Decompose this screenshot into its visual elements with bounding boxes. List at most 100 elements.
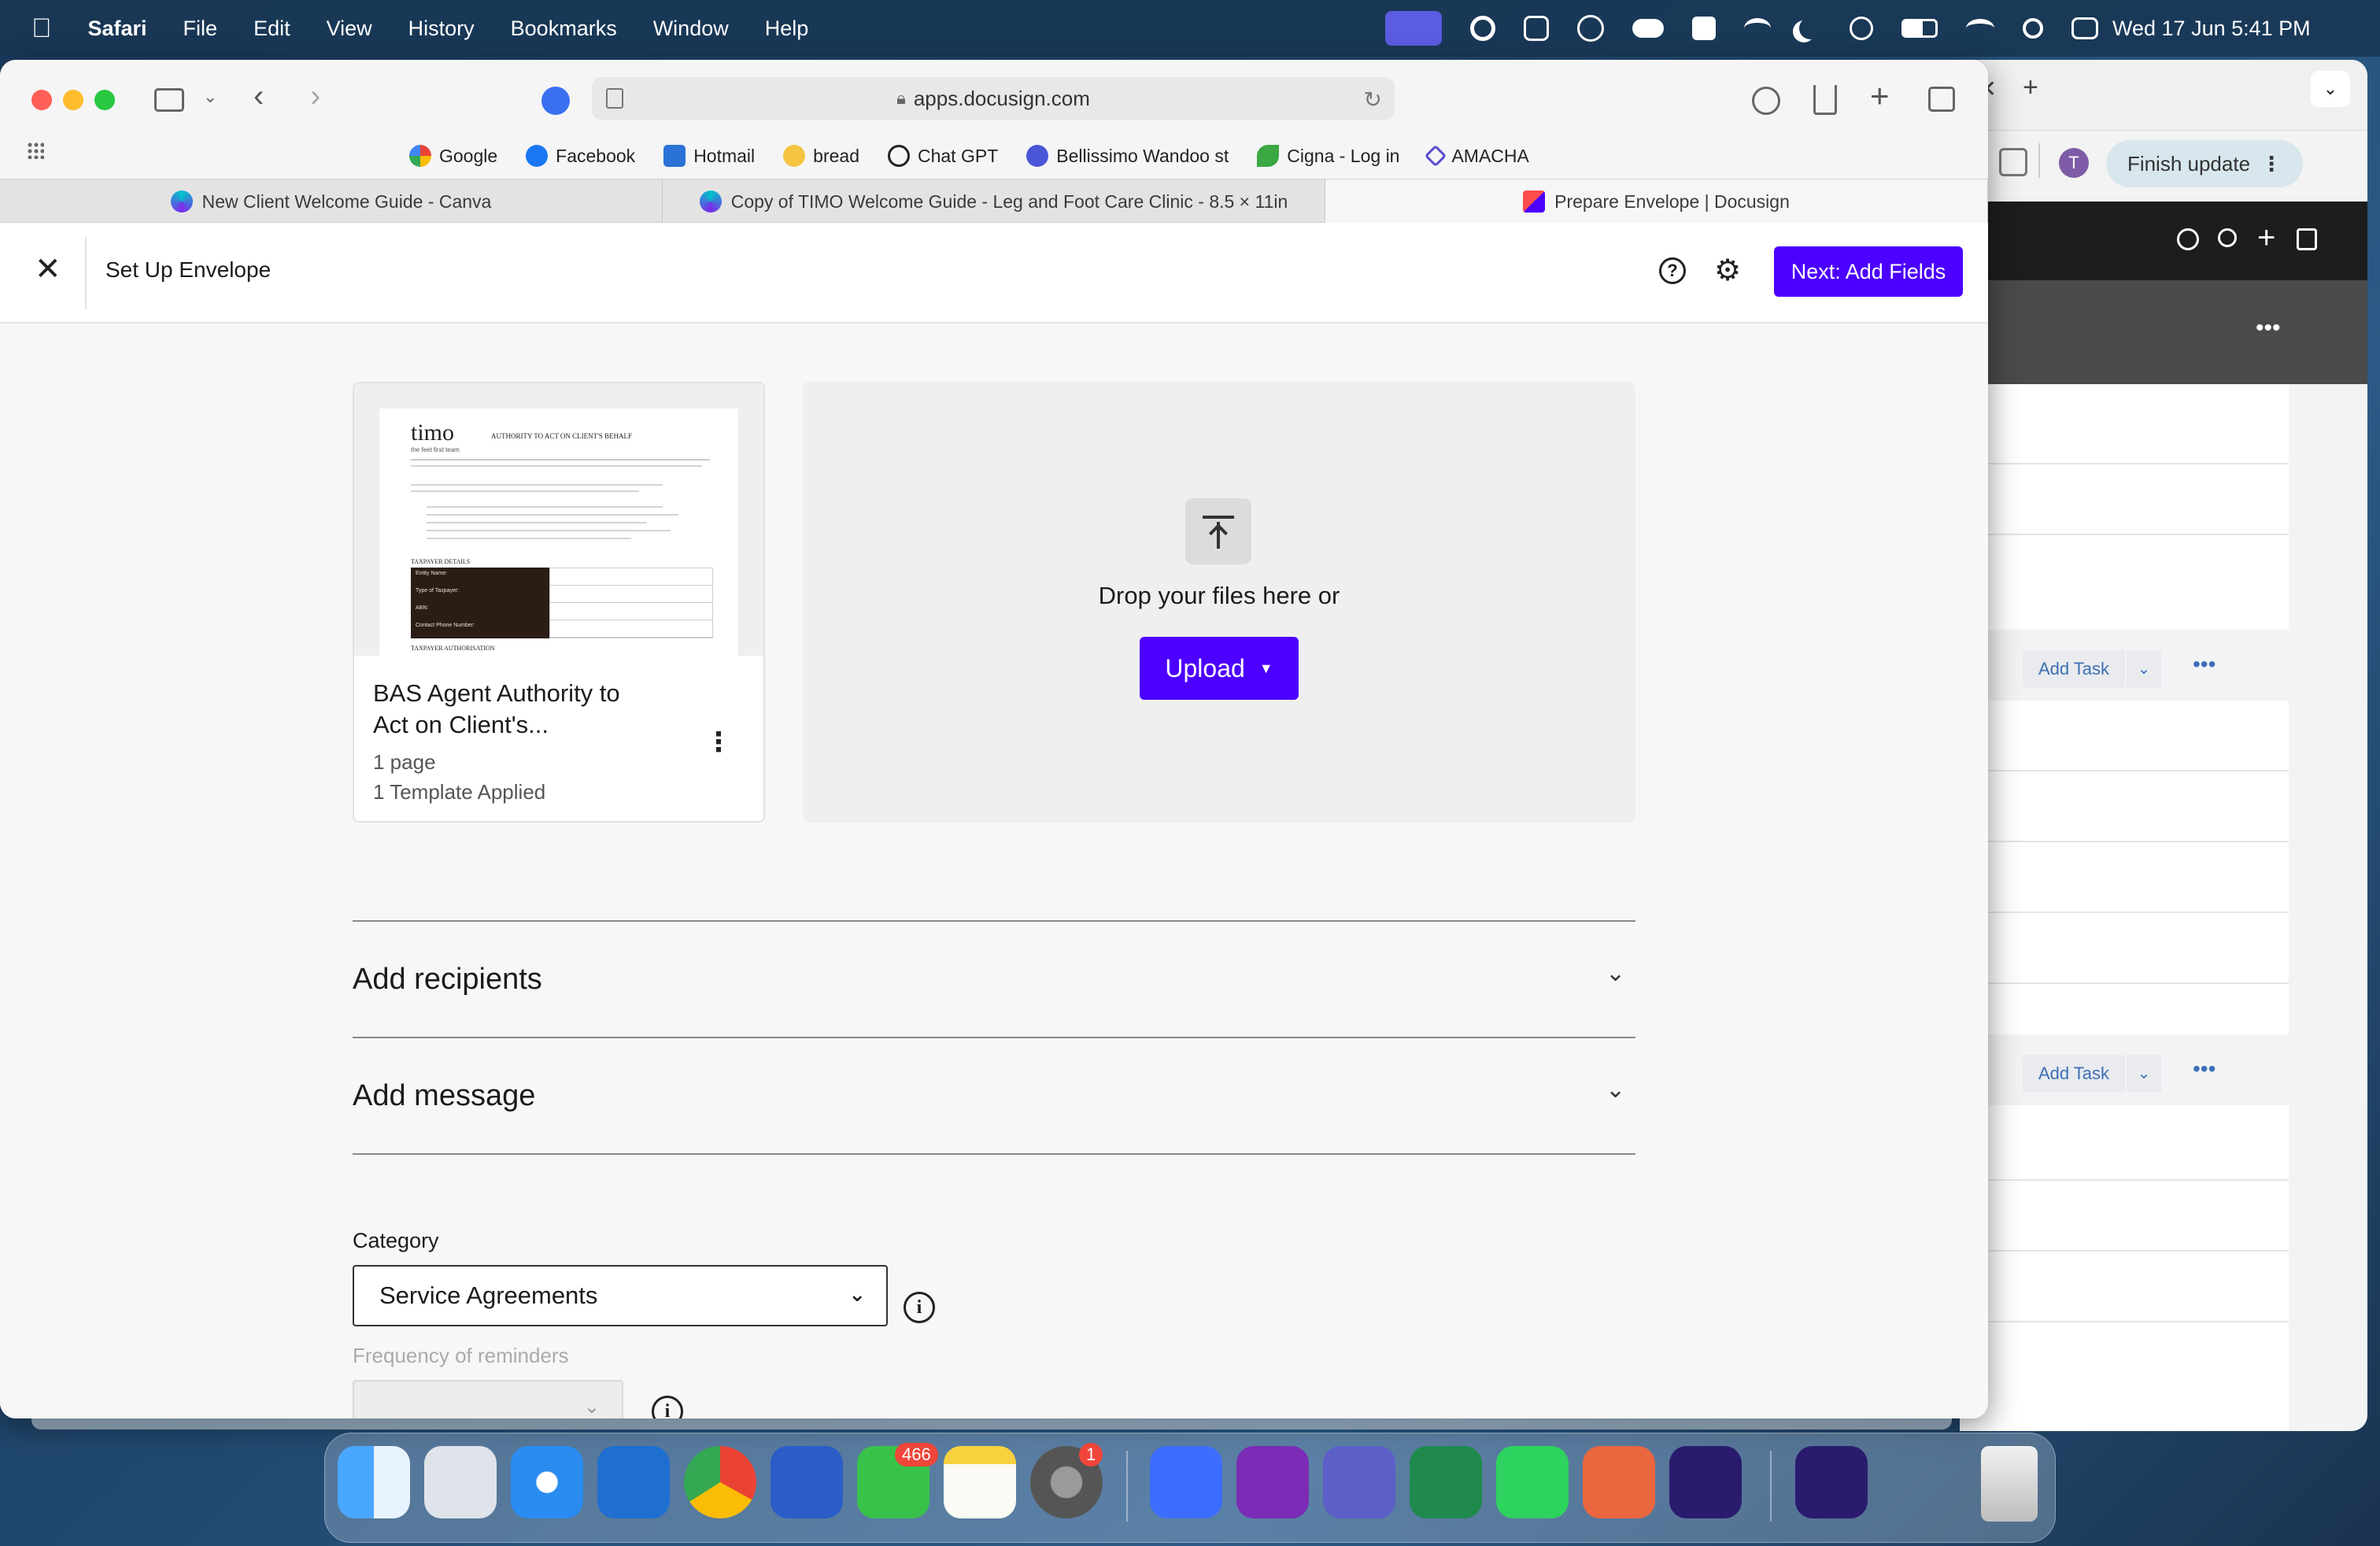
bookmark-google[interactable]: Google: [409, 145, 497, 167]
tab-canva-guide[interactable]: New Client Welcome Guide - Canva: [0, 179, 663, 224]
share-icon[interactable]: [1813, 85, 1837, 115]
g-app-icon[interactable]: [1669, 1446, 1742, 1518]
upload-button[interactable]: Upload ▼: [1140, 637, 1299, 700]
chevron-down-icon[interactable]: ⌄: [2311, 71, 2350, 107]
control-center-icon[interactable]: [2071, 17, 2098, 39]
next-add-fields-button[interactable]: Next: Add Fields: [1774, 246, 1963, 297]
add-icon[interactable]: +: [2257, 220, 2275, 256]
chevron-down-icon[interactable]: ⌄: [1606, 960, 1625, 987]
finish-update-button[interactable]: Finish update ⋮: [2106, 140, 2303, 187]
notes-icon[interactable]: [944, 1446, 1016, 1518]
sidebar-icon[interactable]: [154, 88, 184, 112]
bookmark-bread[interactable]: bread: [783, 145, 859, 167]
back-icon[interactable]: ‹: [253, 79, 264, 114]
tab-timo-guide[interactable]: Copy of TIMO Welcome Guide - Leg and Foo…: [663, 179, 1325, 224]
chevron-down-icon[interactable]: ⌄: [1606, 1076, 1625, 1104]
sync-icon[interactable]: [1524, 16, 1549, 41]
apple-icon[interactable]: : [31, 13, 52, 44]
close-window-button[interactable]: [31, 90, 52, 110]
add-task-button[interactable]: Add Task: [2023, 650, 2125, 688]
whatsapp-icon[interactable]: [1496, 1446, 1569, 1518]
add-recipients-section[interactable]: Add recipients ⌄: [353, 922, 1635, 1037]
moon-icon[interactable]: [1799, 17, 1821, 39]
clock[interactable]: Wed 17 Jun 5:41 PM: [2112, 17, 2311, 41]
tab-overview-icon[interactable]: [1928, 87, 1955, 112]
menu-bookmarks[interactable]: Bookmarks: [511, 17, 617, 41]
cloud-icon[interactable]: [1632, 19, 1664, 38]
url-text[interactable]: apps.docusign.com: [914, 87, 1090, 111]
new-tab-icon[interactable]: +: [2023, 72, 2038, 103]
menu-window[interactable]: Window: [653, 17, 729, 41]
menu-history[interactable]: History: [408, 17, 475, 41]
chevron-down-icon[interactable]: ⌄: [2127, 1055, 2161, 1093]
bookmark-bellissimo[interactable]: Bellissimo Wandoo st: [1026, 145, 1229, 167]
bookmark-amacha[interactable]: AMACHA: [1425, 144, 1529, 168]
download-icon[interactable]: [1752, 87, 1780, 115]
info-icon[interactable]: i: [652, 1396, 683, 1418]
chevron-down-icon[interactable]: ⌄: [203, 87, 217, 107]
menu-view[interactable]: View: [327, 17, 372, 41]
category-select[interactable]: Service Agreements ⌄: [353, 1265, 888, 1326]
tab-docusign[interactable]: Prepare Envelope | Docusign: [1325, 179, 1988, 224]
screen-share-icon[interactable]: [1385, 11, 1442, 46]
add-task-button-2[interactable]: Add Task: [2023, 1055, 2125, 1093]
extension-icon[interactable]: [541, 87, 570, 115]
search-icon[interactable]: [2218, 228, 2237, 247]
notes-icon[interactable]: [2297, 228, 2317, 250]
info-icon[interactable]: i: [904, 1292, 935, 1323]
outlook-icon[interactable]: [597, 1446, 670, 1518]
chevron-down-icon[interactable]: ⌄: [2127, 650, 2161, 688]
reader-icon[interactable]: [606, 88, 623, 109]
zoom-window-button[interactable]: [94, 90, 115, 110]
kebab-menu-icon[interactable]: ⋮: [705, 727, 732, 758]
bookmark-cigna[interactable]: Cigna - Log in: [1257, 145, 1399, 167]
more-icon[interactable]: •••: [2193, 1056, 2216, 1082]
word-icon[interactable]: [771, 1446, 843, 1518]
battery-icon[interactable]: [1901, 19, 1938, 38]
bookmark-hotmail[interactable]: Hotmail: [663, 145, 755, 167]
menu-help[interactable]: Help: [765, 17, 809, 41]
more-icon[interactable]: •••: [2256, 315, 2281, 342]
onenote-icon[interactable]: [1236, 1446, 1309, 1518]
avatar[interactable]: T: [2059, 148, 2089, 178]
reload-icon[interactable]: ↻: [1364, 87, 1382, 113]
bookmark-facebook[interactable]: Facebook: [526, 145, 635, 167]
document-thumbnail[interactable]: timo the feet first team AUTHORITY TO AC…: [379, 409, 738, 656]
forward-icon[interactable]: ›: [310, 79, 320, 114]
bookmark-chatgpt[interactable]: Chat GPT: [887, 145, 998, 167]
close-icon[interactable]: ✕: [35, 251, 61, 287]
apps-grid-icon[interactable]: [27, 142, 44, 159]
user-icon[interactable]: [1850, 17, 1873, 40]
extensions-icon[interactable]: [1999, 148, 2027, 176]
record-icon[interactable]: [1470, 16, 1495, 41]
timer-icon[interactable]: [2177, 228, 2199, 250]
nordvpn-icon[interactable]: [1744, 18, 1771, 39]
gear-icon[interactable]: ⚙: [1714, 256, 1741, 286]
menu-edit[interactable]: Edit: [253, 17, 290, 41]
address-bar[interactable]: 🔒︎ apps.docusign.com ↻: [592, 77, 1395, 120]
claude-icon[interactable]: [1583, 1446, 1655, 1518]
g-app-recent-icon[interactable]: [1795, 1446, 1868, 1518]
menu-app-name[interactable]: Safari: [88, 17, 147, 41]
teams-icon[interactable]: [1323, 1446, 1395, 1518]
chrome-icon[interactable]: [684, 1446, 756, 1518]
add-message-section[interactable]: Add message ⌄: [353, 1038, 1635, 1153]
file-drop-zone[interactable]: Drop your files here or Upload ▼: [803, 382, 1635, 823]
new-tab-icon[interactable]: +: [1870, 77, 1890, 115]
trash-icon[interactable]: [1981, 1446, 2038, 1522]
minimize-window-button[interactable]: [63, 90, 83, 110]
safari-icon[interactable]: [511, 1446, 583, 1518]
excel-icon[interactable]: [1410, 1446, 1482, 1518]
help-icon[interactable]: ?: [1659, 257, 1686, 284]
more-icon[interactable]: •••: [2193, 652, 2216, 677]
screen-time-icon[interactable]: [1577, 15, 1604, 42]
search-icon[interactable]: [2023, 18, 2043, 39]
reminders-select[interactable]: ⌄: [353, 1380, 623, 1418]
launchpad-icon[interactable]: [424, 1446, 497, 1518]
wifi-icon[interactable]: [1966, 19, 1994, 38]
teams-icon[interactable]: [1692, 17, 1716, 40]
nordvpn-icon[interactable]: [1150, 1446, 1222, 1518]
finder-icon[interactable]: [338, 1446, 410, 1518]
document-card[interactable]: timo the feet first team AUTHORITY TO AC…: [353, 382, 765, 823]
menu-file[interactable]: File: [183, 17, 218, 41]
